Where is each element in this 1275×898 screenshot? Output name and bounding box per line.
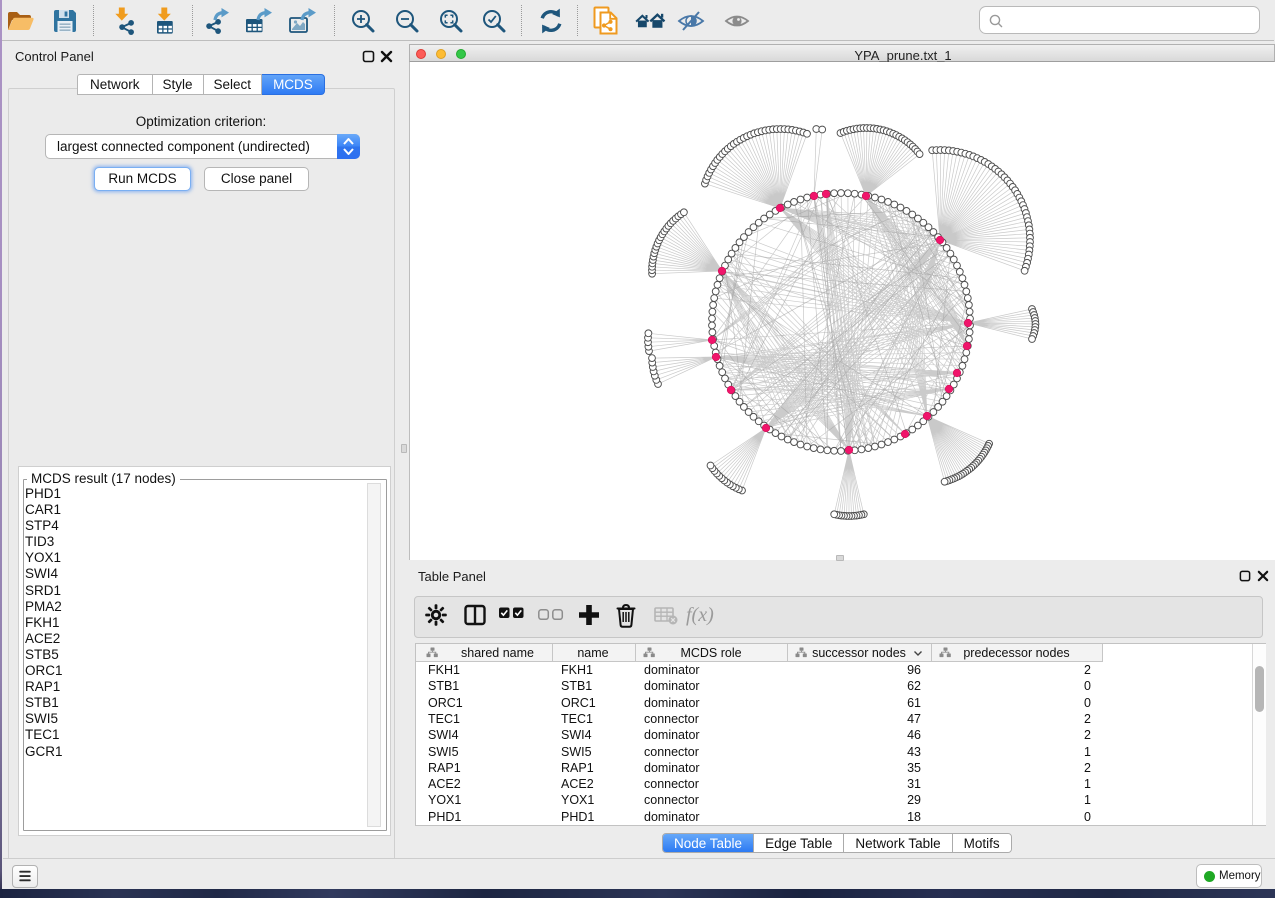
svg-text:f(x): f(x)	[686, 604, 714, 626]
